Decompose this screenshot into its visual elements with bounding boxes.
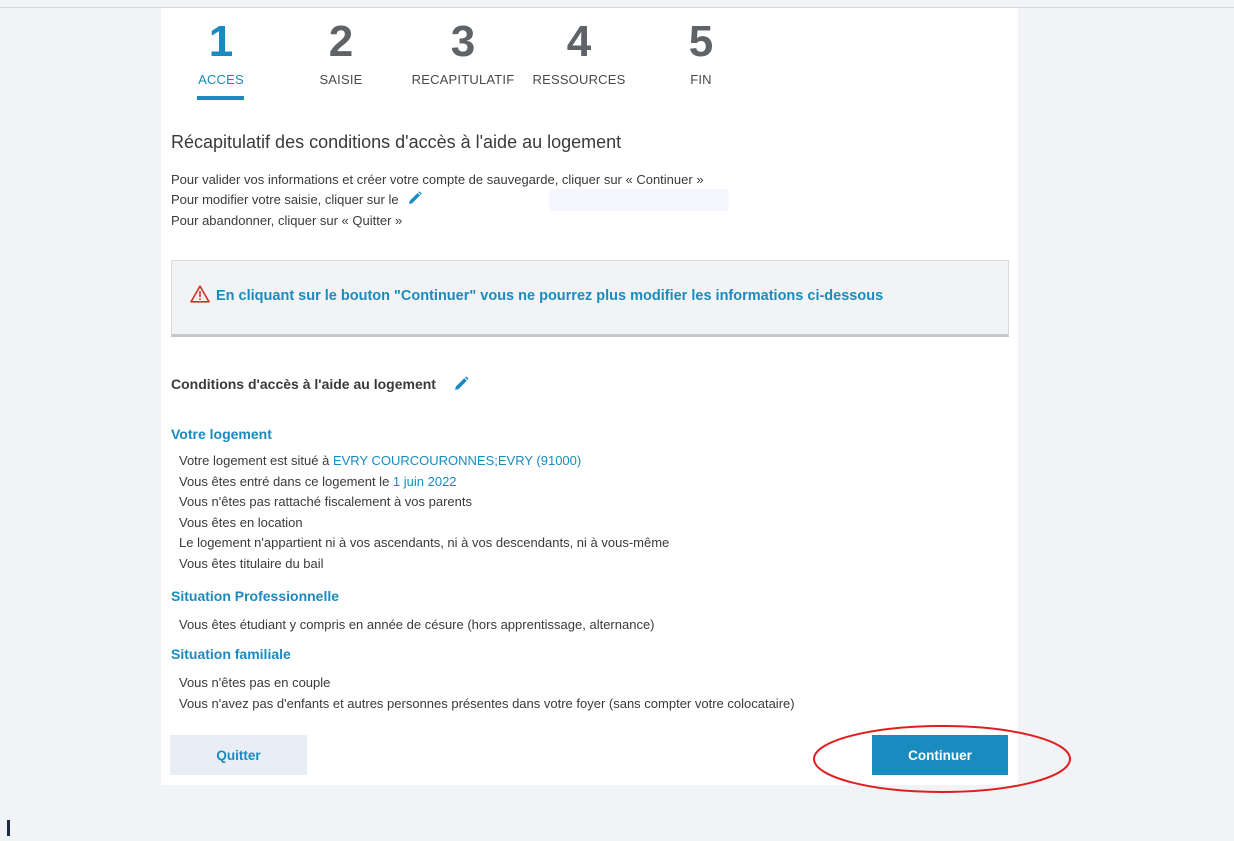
pencil-icon[interactable] [408, 190, 422, 211]
step-number: 4 [566, 17, 592, 66]
warning-triangle-icon [190, 285, 210, 308]
list-item: Vous n'êtes pas rattaché fiscalement à v… [179, 494, 472, 510]
list-item: Vous êtes étudiant y compris en année de… [179, 617, 655, 632]
intro-line-continue: Pour valider vos informations et créer v… [171, 172, 704, 187]
section-title-professionnelle: Situation Professionnelle [171, 588, 340, 604]
list-item-text: Votre logement est situé à [179, 453, 333, 468]
main-panel: 1 ACCES 2 SAISIE 3 RECAPITULATIF 4 RESSO… [161, 8, 1018, 785]
step-number: 2 [328, 17, 354, 66]
list-item: Le logement n'appartient ni à vos ascend… [179, 535, 670, 551]
list-item: Vous êtes en location [179, 514, 303, 530]
step-label: RECAPITULATIF [411, 72, 515, 87]
conditions-title-text: Conditions d'accès à l'aide au logement [171, 376, 436, 392]
step-recapitulatif[interactable]: 3 RECAPITULATIF [404, 17, 522, 88]
location-value: EVRY COURCOURONNES;EVRY (91000) [332, 453, 582, 468]
edit-pencil-icon[interactable] [454, 376, 469, 394]
active-step-indicator [197, 96, 244, 100]
step-fin[interactable]: 5 FIN [676, 17, 726, 88]
section-title-familiale: Situation familiale [171, 646, 291, 662]
familiale-list: Vous n'êtes pas en couple Vous n'avez pa… [179, 673, 795, 714]
step-label: FIN [690, 72, 712, 87]
step-label: SAISIE [319, 72, 363, 87]
page-title: Récapitulatif des conditions d'accès à l… [171, 132, 622, 152]
faded-overlay [549, 189, 729, 211]
section-title-logement: Votre logement [171, 426, 272, 442]
quit-button[interactable]: Quitter [170, 735, 307, 775]
intro-line-modify-text: Pour modifier votre saisie, cliquer sur … [171, 192, 399, 207]
warning-box: En cliquant sur le bouton "Continuer" vo… [171, 260, 1009, 337]
professionnelle-list: Vous êtes étudiant y compris en année de… [179, 615, 655, 636]
list-item: Vous n'avez pas d'enfants et autres pers… [179, 695, 795, 711]
list-item-text: Vous êtes entré dans ce logement le [179, 473, 393, 489]
step-label: ACCES [198, 72, 244, 87]
list-item: Votre logement est situé à EVRY COURCOUR… [179, 451, 669, 472]
list-item: Vous n'êtes pas en couple [179, 675, 331, 690]
logement-list: Votre logement est situé à EVRY COURCOUR… [179, 451, 669, 575]
highlight-ellipse [813, 725, 1071, 793]
step-number: 5 [688, 17, 714, 66]
step-number: 1 [208, 17, 234, 66]
step-ressources[interactable]: 4 RESSOURCES [529, 17, 629, 88]
entry-date-value: 1 juin 2022 [392, 473, 457, 489]
intro-line-quit: Pour abandonner, cliquer sur « Quitter » [171, 212, 403, 228]
warning-text: En cliquant sur le bouton "Continuer" vo… [216, 288, 884, 304]
step-saisie[interactable]: 2 SAISIE [306, 17, 376, 88]
list-item: Vous êtes titulaire du bail [179, 555, 324, 571]
list-item: Vous êtes entré dans ce logement le 1 ju… [179, 472, 669, 493]
scroll-marker [7, 820, 10, 836]
conditions-title: Conditions d'accès à l'aide au logement [171, 376, 469, 394]
step-acces[interactable]: 1 ACCES [195, 17, 247, 88]
step-number: 3 [450, 17, 476, 66]
step-label: RESSOURCES [532, 72, 626, 87]
